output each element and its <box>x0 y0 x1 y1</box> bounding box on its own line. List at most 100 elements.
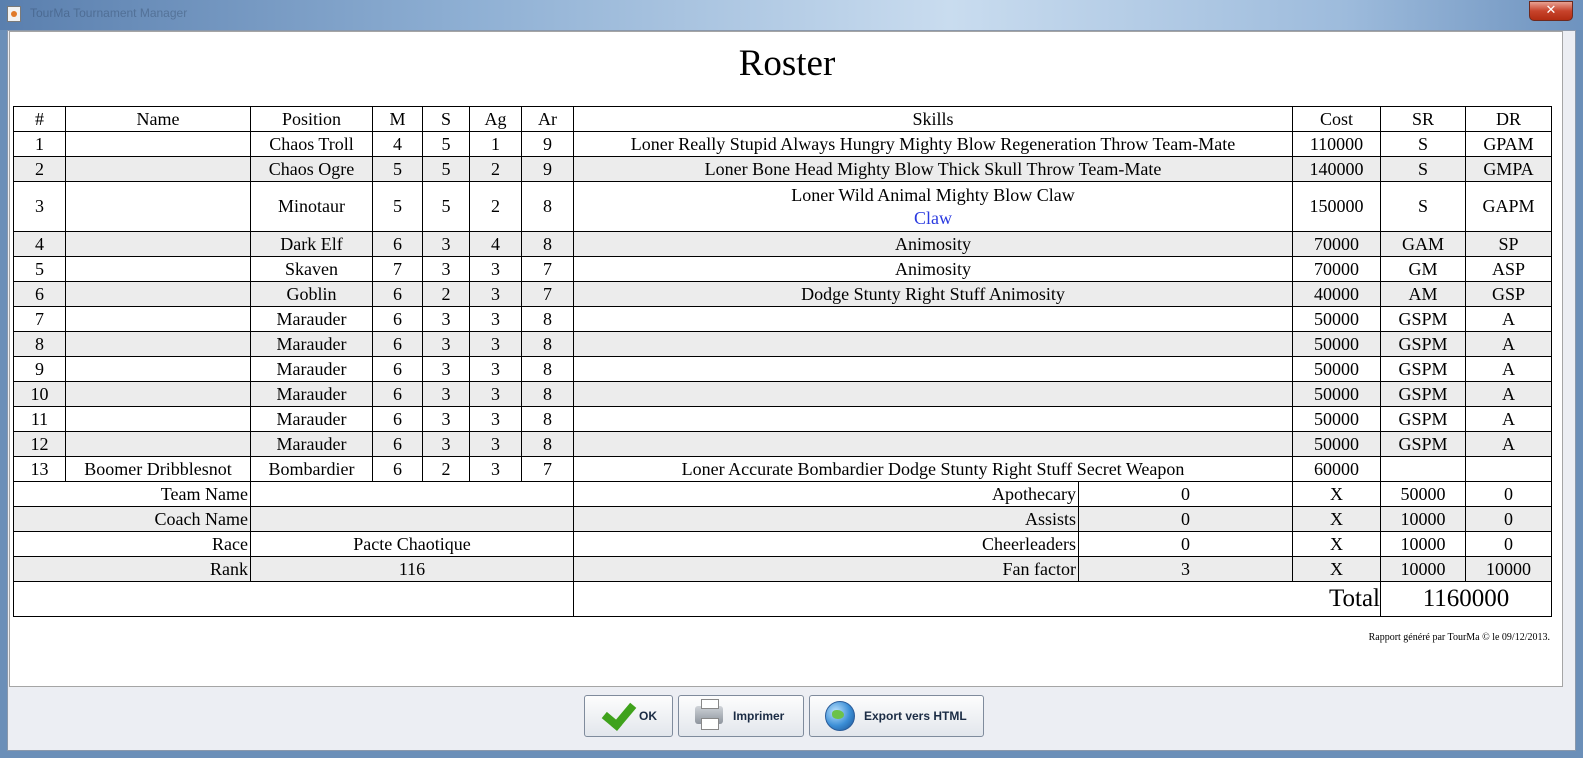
player-number: 7 <box>13 306 66 332</box>
team-info-label: Team Name <box>13 481 251 507</box>
player-skills: Loner Bone Head Mighty Blow Thick Skull … <box>573 156 1293 182</box>
player-cost: 50000 <box>1292 331 1381 357</box>
column-header: Ar <box>521 106 574 132</box>
player-dr: ASP <box>1465 256 1552 282</box>
player-dr: GSP <box>1465 281 1552 307</box>
table-row: 9 Marauder 6 3 3 8 50000 GSPM A <box>13 356 1552 382</box>
player-s: 5 <box>422 131 470 157</box>
extra-total: 10000 <box>1465 556 1552 582</box>
total-value: 1160000 <box>1380 581 1552 617</box>
player-skills <box>573 331 1293 357</box>
player-cost: 40000 <box>1292 281 1381 307</box>
summary-row: Race Pacte Chaotique Cheerleaders 0 X 10000 0 <box>13 531 1552 557</box>
player-ar: 9 <box>521 156 574 182</box>
player-number: 5 <box>13 256 66 282</box>
player-m: 6 <box>372 306 423 332</box>
player-m: 5 <box>372 156 423 182</box>
player-m: 6 <box>372 406 423 432</box>
table-row: 4 Dark Elf 6 3 4 8 Animosity 70000 GAM SP <box>13 231 1552 257</box>
player-position: Marauder <box>250 431 373 457</box>
player-ar: 8 <box>521 406 574 432</box>
roster-table: # Name Position M S Ag Ar Skills Cost SR DR 1 Chaos … <box>13 106 1552 617</box>
window-title: TourMa Tournament Manager <box>30 6 188 20</box>
player-position: Goblin <box>250 281 373 307</box>
player-ar: 8 <box>521 356 574 382</box>
print-button[interactable]: Imprimer <box>678 695 804 737</box>
player-m: 6 <box>372 331 423 357</box>
player-position: Marauder <box>250 331 373 357</box>
player-ag: 3 <box>469 331 522 357</box>
player-ar: 8 <box>521 431 574 457</box>
summary-row: Rank 116 Fan factor 3 X 10000 10000 <box>13 556 1552 582</box>
player-m: 6 <box>372 456 423 482</box>
report-panel: Roster # Name Position M S Ag Ar Skills Cost SR DR… <box>9 31 1563 687</box>
column-header: SR <box>1380 106 1466 132</box>
column-header: Name <box>65 106 251 132</box>
player-sr: GSPM <box>1380 331 1466 357</box>
player-ag: 3 <box>469 456 522 482</box>
button-bar: OK Imprimer Export vers HTML <box>0 688 1583 748</box>
extra-label: Assists <box>573 506 1079 532</box>
player-number: 3 <box>13 181 66 232</box>
player-skills: Loner Really Stupid Always Hungry Mighty… <box>573 131 1293 157</box>
player-ar: 7 <box>521 456 574 482</box>
player-dr: SP <box>1465 231 1552 257</box>
player-skills: Loner Accurate Bombardier Dodge Stunty R… <box>573 456 1293 482</box>
player-s: 3 <box>422 406 470 432</box>
player-name <box>65 256 251 282</box>
player-skills <box>573 306 1293 332</box>
player-cost: 50000 <box>1292 381 1381 407</box>
table-row: 6 Goblin 6 2 3 7 Dodge Stunty Right Stuff Anim… <box>13 281 1552 307</box>
extra-qty: 0 <box>1078 531 1293 557</box>
player-sr: GSPM <box>1380 381 1466 407</box>
player-ag: 3 <box>469 406 522 432</box>
player-position: Minotaur <box>250 181 373 232</box>
player-number: 11 <box>13 406 66 432</box>
window-titlebar[interactable]: TourMa Tournament Manager ✕ <box>0 0 1583 30</box>
player-number: 2 <box>13 156 66 182</box>
report-footer-note: Rapport généré par TourMa © le 09/12/201… <box>1368 632 1550 643</box>
extra-total: 0 <box>1465 481 1552 507</box>
player-m: 6 <box>372 431 423 457</box>
player-sr: GM <box>1380 256 1466 282</box>
player-number: 8 <box>13 331 66 357</box>
player-ag: 3 <box>469 431 522 457</box>
player-s: 3 <box>422 306 470 332</box>
player-dr: GPAM <box>1465 131 1552 157</box>
player-ag: 3 <box>469 256 522 282</box>
player-m: 6 <box>372 356 423 382</box>
close-button[interactable]: ✕ <box>1529 1 1573 21</box>
player-sr <box>1380 456 1466 482</box>
team-info-label: Race <box>13 531 251 557</box>
extra-skill-text: Claw <box>914 207 952 228</box>
extra-label: Cheerleaders <box>573 531 1079 557</box>
java-app-icon <box>7 6 21 22</box>
player-name <box>65 231 251 257</box>
column-header: M <box>372 106 423 132</box>
total-label: Total <box>573 581 1381 617</box>
extra-label: Apothecary <box>573 481 1079 507</box>
table-row: 10 Marauder 6 3 3 8 50000 GSPM A <box>13 381 1552 407</box>
player-sr: S <box>1380 131 1466 157</box>
globe-icon <box>824 700 856 732</box>
player-skills <box>573 431 1293 457</box>
table-row: 8 Marauder 6 3 3 8 50000 GSPM A <box>13 331 1552 357</box>
player-ar: 8 <box>521 331 574 357</box>
ok-button-label: OK <box>639 709 657 723</box>
extra-unit-cost: 10000 <box>1380 556 1466 582</box>
player-cost: 70000 <box>1292 231 1381 257</box>
column-header: # <box>13 106 66 132</box>
export-button-label: Export vers HTML <box>864 709 967 723</box>
checkmark-icon <box>599 695 637 732</box>
player-position: Marauder <box>250 406 373 432</box>
table-row: 5 Skaven 7 3 3 7 Animosity 70000 GM ASP <box>13 256 1552 282</box>
ok-button[interactable]: OK <box>584 695 673 737</box>
player-sr: S <box>1380 181 1466 232</box>
table-row: 1 Chaos Troll 4 5 1 9 Loner Really Stupid Alwa… <box>13 131 1552 157</box>
player-name <box>65 131 251 157</box>
player-dr: A <box>1465 381 1552 407</box>
player-ar: 7 <box>521 256 574 282</box>
export-html-button[interactable]: Export vers HTML <box>809 695 984 737</box>
player-name <box>65 331 251 357</box>
column-header: Position <box>250 106 373 132</box>
